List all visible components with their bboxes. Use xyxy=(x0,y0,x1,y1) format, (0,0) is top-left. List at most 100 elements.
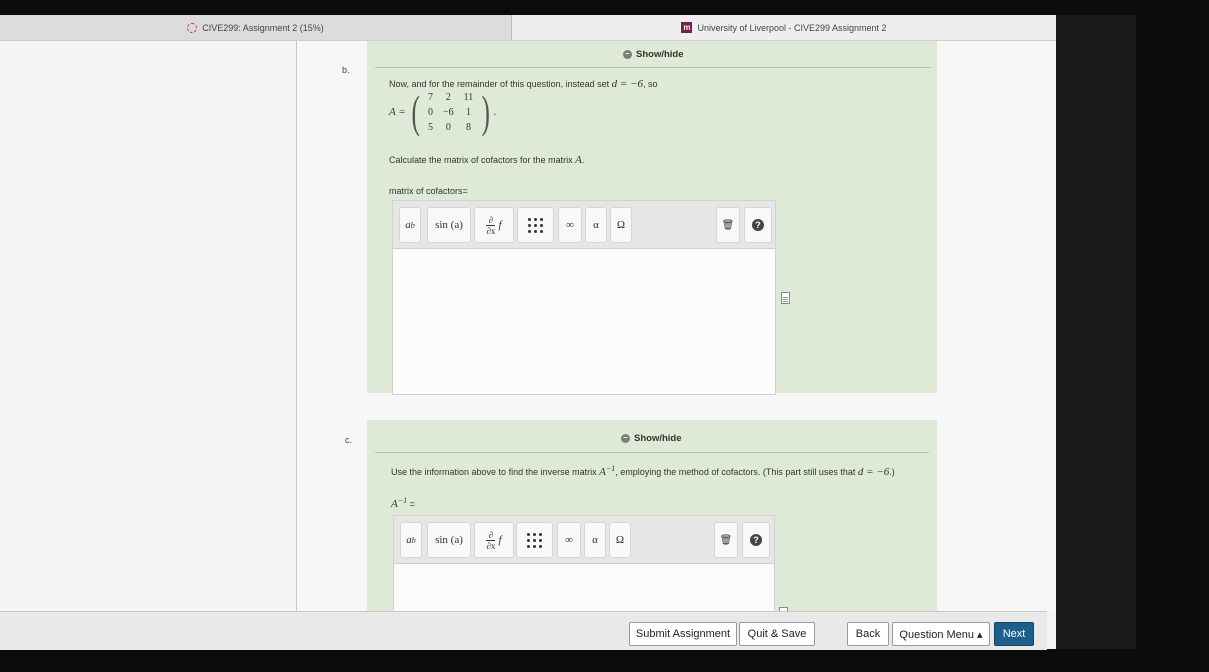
matrix-cell: 0 xyxy=(445,121,451,133)
part-c-panel: – Show/hide Use the information above to… xyxy=(367,420,937,611)
divider xyxy=(375,452,929,453)
collapse-icon: – xyxy=(621,434,630,443)
tab-assignment-label: CIVE299: Assignment 2 (15%) xyxy=(202,22,324,33)
matrix-grid-icon xyxy=(528,217,543,233)
showhide-label: Show/hide xyxy=(636,49,684,60)
showhide-label: Show/hide xyxy=(634,433,682,444)
deriv-f: f xyxy=(498,534,502,546)
power-button[interactable]: ab xyxy=(400,522,422,558)
matrix-row: 7 2 11 xyxy=(423,90,478,105)
deriv-f: f xyxy=(498,219,502,231)
matrix-cell: 0 xyxy=(428,106,434,118)
matrix-cell: 7 xyxy=(428,91,434,103)
trash-icon[interactable]: 🗑 xyxy=(714,522,738,558)
submit-assignment-button[interactable]: Submit Assignment xyxy=(629,622,737,646)
answer-sup: −1 xyxy=(397,496,408,505)
intro-math2: d = −6 xyxy=(857,466,890,478)
intro-text: Now, and for the remainder of this quest… xyxy=(389,79,610,89)
matrix-row: 5 0 8 xyxy=(423,120,478,135)
alpha-button[interactable]: α xyxy=(585,207,607,243)
help-button[interactable]: ? xyxy=(742,522,770,558)
math-toolbar: ab sin (a) ∂ ∂x f ∞ α Ω 🗑 ? xyxy=(393,515,775,563)
matrix-button[interactable] xyxy=(517,207,554,243)
deriv-den: ∂x xyxy=(486,539,496,551)
intro-suffix: , so xyxy=(643,79,658,89)
intro-sup: −1 xyxy=(605,464,616,473)
instruction-text: Calculate the matrix of cofactors for th… xyxy=(389,155,573,165)
part-b-panel: – Show/hide Now, and for the remainder o… xyxy=(367,41,937,395)
derivative-fraction: ∂ ∂x xyxy=(486,214,496,236)
tab-mobius[interactable]: m University of Liverpool - CIVE299 Assi… xyxy=(512,15,1056,40)
matrix-cell: 2 xyxy=(445,91,451,103)
intro-math: d = −6 xyxy=(611,78,644,90)
answer-label: matrix of cofactors= xyxy=(389,186,468,196)
help-button[interactable]: ? xyxy=(744,207,772,243)
part-c-label: c. xyxy=(345,435,353,445)
left-sidebar xyxy=(0,41,297,611)
back-button[interactable]: Back xyxy=(847,622,889,646)
intro-tail: .) xyxy=(889,467,895,477)
matrix-row: 0 −6 1 xyxy=(423,105,478,120)
collapse-icon: – xyxy=(623,50,632,59)
question-menu-button[interactable]: Question Menu ▴ xyxy=(892,622,990,646)
matrix-lhs: A = xyxy=(389,106,406,118)
mobius-icon: m xyxy=(681,22,693,33)
footer-bar: Submit Assignment Quit & Save Back Quest… xyxy=(0,611,1047,650)
part-b-showhide[interactable]: – Show/hide xyxy=(623,49,684,60)
omega-button[interactable]: Ω xyxy=(609,522,631,558)
next-button[interactable]: Next xyxy=(994,622,1034,646)
part-c-intro: Use the information above to find the in… xyxy=(391,464,895,478)
instruction-tail: . xyxy=(581,155,585,165)
help-icon: ? xyxy=(752,219,764,231)
tab-assignment[interactable]: CIVE299: Assignment 2 (15%) xyxy=(0,15,512,40)
deriv-den: ∂x xyxy=(486,224,496,236)
matrix-button[interactable] xyxy=(516,522,553,558)
derivative-fraction: ∂ ∂x xyxy=(486,529,496,551)
derivative-button[interactable]: ∂ ∂x f xyxy=(474,207,514,243)
sin-button[interactable]: sin (a) xyxy=(427,522,471,558)
infinity-button[interactable]: ∞ xyxy=(558,207,582,243)
matrix-cell: 11 xyxy=(463,91,474,103)
sin-button[interactable]: sin (a) xyxy=(427,207,471,243)
infinity-button[interactable]: ∞ xyxy=(557,522,581,558)
deriv-num: ∂ xyxy=(488,214,494,225)
tab-bar: CIVE299: Assignment 2 (15%) m University… xyxy=(0,15,1056,41)
help-icon: ? xyxy=(750,534,762,546)
matrix-cell: −6 xyxy=(443,106,454,118)
power-exp: b xyxy=(410,220,415,230)
alpha-button[interactable]: α xyxy=(584,522,606,558)
trash-icon[interactable]: 🗑 xyxy=(716,207,740,243)
deriv-num: ∂ xyxy=(488,529,494,540)
divider xyxy=(375,67,931,68)
tab-mobius-label: University of Liverpool - CIVE299 Assign… xyxy=(697,22,887,33)
part-c-showhide[interactable]: – Show/hide xyxy=(621,433,682,444)
browser-window: CIVE299: Assignment 2 (15%) m University… xyxy=(0,15,1056,650)
math-toolbar: ab sin (a) ∂ ∂x f ∞ α Ω 🗑 ? xyxy=(392,200,776,248)
part-b-instruction: Calculate the matrix of cofactors for th… xyxy=(389,154,584,166)
matrix-a: A = ( 7 2 11 0 −6 1 5 0 8) . xyxy=(389,89,496,135)
matrix-cell: 8 xyxy=(465,121,471,133)
matrix-cell: 1 xyxy=(465,106,471,118)
inverse-answer-editor[interactable] xyxy=(393,563,775,611)
answer-math: A xyxy=(391,498,398,510)
moodle-icon xyxy=(187,22,198,33)
omega-button[interactable]: Ω xyxy=(610,207,632,243)
matrix-table: 7 2 11 0 −6 1 5 0 8 xyxy=(423,90,478,135)
derivative-button[interactable]: ∂ ∂x f xyxy=(474,522,514,558)
question-content: b. – Show/hide Now, and for the remainde… xyxy=(297,41,1056,611)
left-paren: ( xyxy=(411,86,420,137)
instruction-math: A xyxy=(575,154,582,166)
quit-save-button[interactable]: Quit & Save xyxy=(739,622,815,646)
intro-mid: , employing the method of cofactors. (Th… xyxy=(615,467,856,477)
answer-label: A−1 = xyxy=(391,496,415,510)
answer-eq: = xyxy=(407,499,415,509)
document-icon[interactable] xyxy=(781,292,790,304)
right-paren: ) xyxy=(481,86,491,137)
power-exp: b xyxy=(411,535,416,545)
cofactor-answer-editor[interactable] xyxy=(392,248,776,395)
part-b-label: b. xyxy=(342,65,350,75)
matrix-grid-icon xyxy=(527,532,542,548)
intro-math: A xyxy=(599,466,606,478)
intro-text: Use the information above to find the in… xyxy=(391,467,597,477)
power-button[interactable]: ab xyxy=(399,207,421,243)
